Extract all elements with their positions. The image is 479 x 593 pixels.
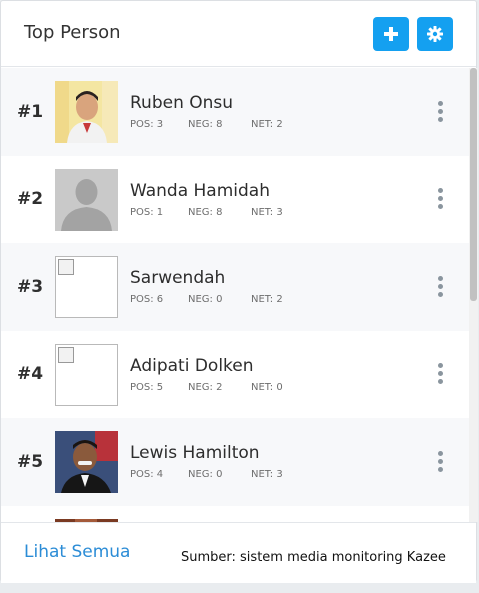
rank-label: #1	[17, 101, 44, 122]
source-caption: Sumber: sistem media monitoring Kazee	[181, 550, 446, 565]
list-item[interactable]: #3 Sarwendah POS: 6 NEG: 0 NET: 2	[1, 243, 469, 331]
positive-count: POS: 3	[130, 119, 164, 130]
avatar-placeholder	[55, 168, 118, 231]
more-options-icon[interactable]	[432, 99, 448, 125]
positive-count: POS: 1	[130, 206, 164, 218]
list-item[interactable]: #5 Lewis Hamilton POS: 4 NEG: 0 NET: 3	[1, 418, 469, 506]
settings-button[interactable]	[417, 17, 453, 51]
positive-count: POS: 4	[130, 469, 164, 480]
list-item[interactable]	[1, 505, 469, 522]
avatar	[55, 81, 118, 143]
negative-count: NEG: 8	[188, 119, 223, 130]
person-name[interactable]: Wanda Hamidah	[130, 181, 270, 201]
more-options-icon[interactable]	[432, 186, 448, 212]
list-item[interactable]: #4 Adipati Dolken POS: 5 NEG: 2 NET: 0	[1, 330, 469, 418]
person-name[interactable]: Adipati Dolken	[130, 356, 254, 376]
positive-count: POS: 5	[130, 381, 164, 393]
neutral-count: NET: 3	[251, 469, 283, 480]
more-options-icon[interactable]	[432, 449, 448, 475]
neutral-count: NET: 2	[251, 119, 283, 130]
broken-image-icon	[55, 343, 118, 406]
gear-icon	[427, 26, 443, 42]
scrollbar-thumb[interactable]	[470, 68, 477, 301]
list-scrollbar[interactable]	[469, 68, 478, 522]
negative-count: NEG: 2	[188, 381, 223, 393]
more-options-icon[interactable]	[432, 274, 448, 300]
rank-label: #3	[17, 276, 44, 297]
rank-label: #4	[17, 364, 44, 385]
person-list[interactable]: #1 Ruben Onsu POS: 3 NEG: 8 NET: 2 #2 Wa…	[1, 68, 469, 522]
widget-title: Top Person	[24, 22, 121, 43]
negative-count: NEG: 0	[188, 469, 223, 480]
neutral-count: NET: 2	[251, 294, 283, 305]
list-item[interactable]: #2 Wanda Hamidah POS: 1 NEG: 8 NET: 3	[1, 155, 469, 243]
avatar	[55, 431, 118, 493]
positive-count: POS: 6	[130, 294, 164, 305]
list-item[interactable]: #1 Ruben Onsu POS: 3 NEG: 8 NET: 2	[1, 68, 469, 156]
rank-label: #2	[17, 189, 44, 210]
neutral-count: NET: 3	[251, 206, 283, 218]
more-options-icon[interactable]	[432, 361, 448, 387]
widget-header: Top Person	[1, 1, 476, 67]
person-name[interactable]: Ruben Onsu	[130, 93, 233, 113]
neutral-count: NET: 0	[251, 381, 283, 393]
add-button[interactable]	[373, 17, 409, 51]
broken-image-icon	[55, 256, 118, 318]
see-all-link[interactable]: Lihat Semua	[24, 542, 130, 562]
rank-label: #5	[17, 451, 44, 472]
negative-count: NEG: 8	[188, 206, 223, 218]
negative-count: NEG: 0	[188, 294, 223, 305]
person-name[interactable]: Sarwendah	[130, 268, 225, 288]
top-person-widget: Top Person #1 Ruben Onsu POS: 3 NEG: 8 N…	[0, 0, 478, 583]
person-name[interactable]: Lewis Hamilton	[130, 443, 260, 463]
plus-icon	[384, 27, 398, 41]
